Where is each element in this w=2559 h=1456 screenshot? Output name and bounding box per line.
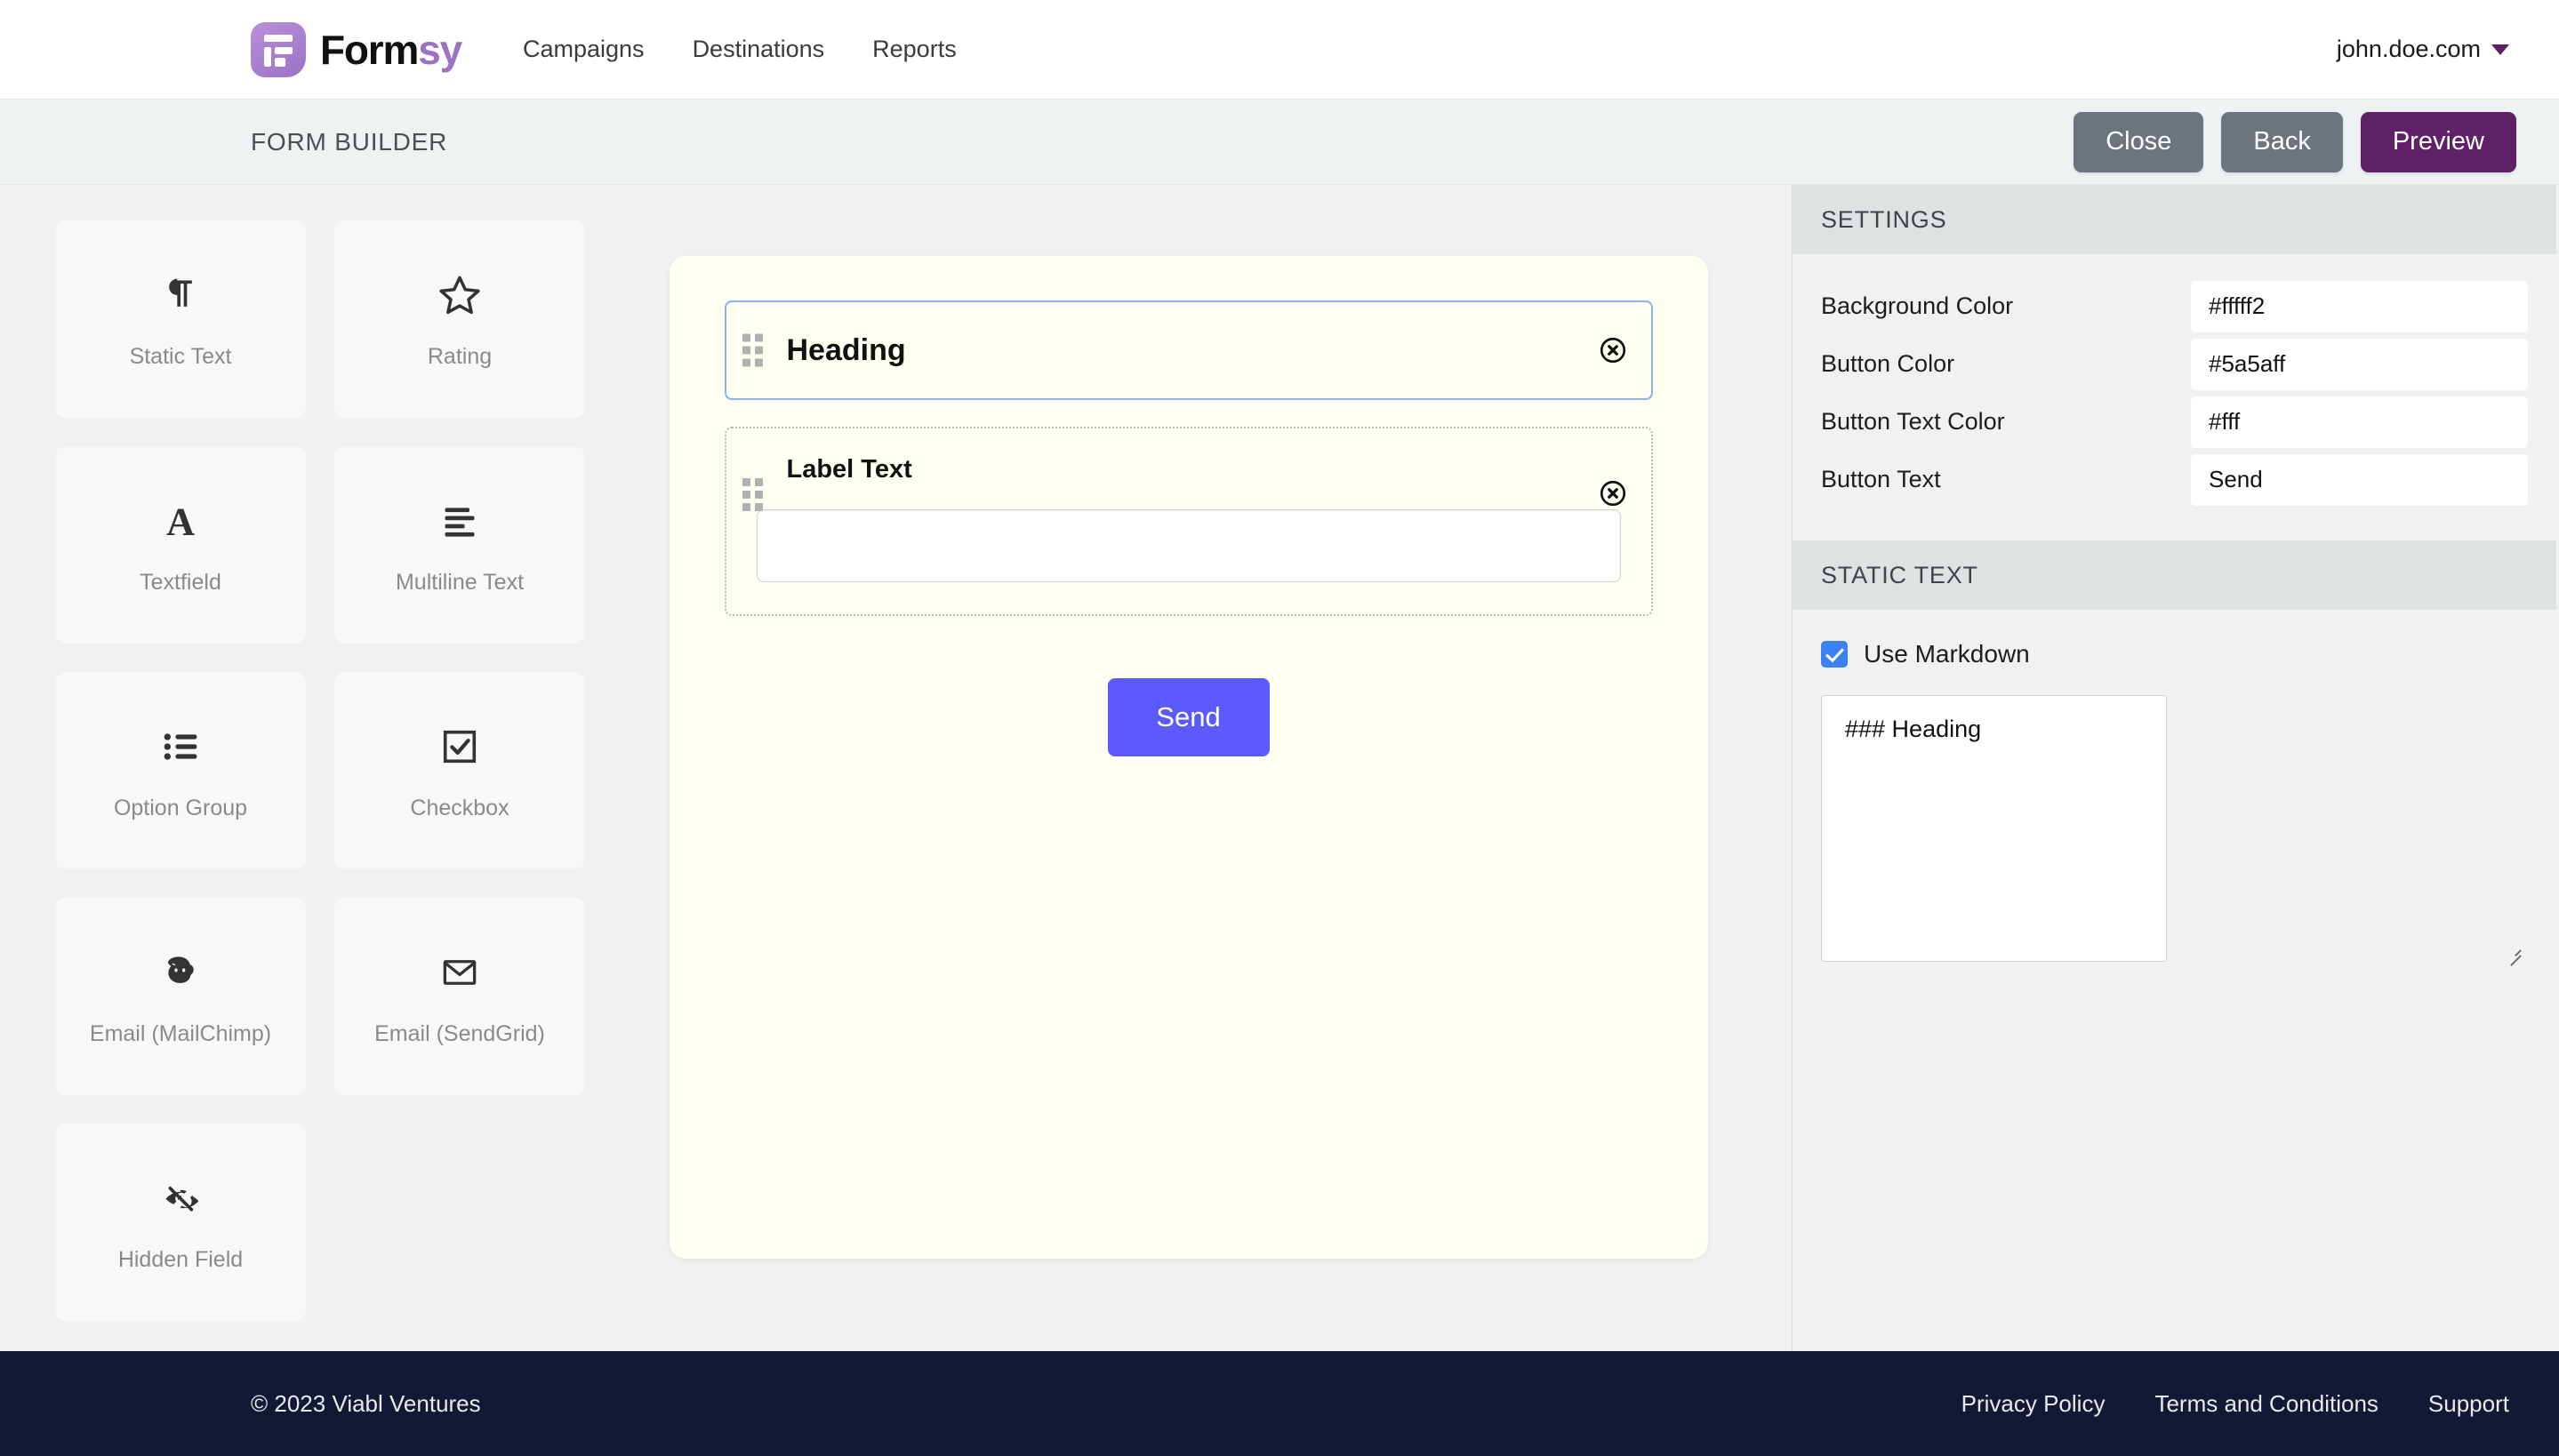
send-button-row: Send [725,678,1653,756]
form-block-heading[interactable]: Heading [724,300,1653,400]
palette-item-email-mailchimp[interactable]: Email (MailChimp) [55,898,306,1095]
page-footer: © 2023 Viabl Ventures Privacy Policy Ter… [0,1351,2559,1456]
button-text-input[interactable] [2191,453,2528,506]
palette-item-hidden-field[interactable]: Hidden Field [55,1124,306,1321]
palette-item-label: Textfield [140,570,221,595]
settings-fields: Background Color Button Color Button Tex… [1793,254,2556,508]
resize-handle-icon[interactable] [2505,942,2522,966]
component-palette: Static Text Rating A Textfield Multiline… [0,185,1792,1351]
svg-text:A: A [166,500,195,543]
palette-item-label: Hidden Field [117,1247,244,1272]
palette-item-label: Email (MailChimp) [89,1021,272,1046]
send-button[interactable]: Send [1107,678,1270,756]
palette-item-textfield[interactable]: A Textfield [55,446,306,644]
use-markdown-row: Use Markdown [1793,610,2556,668]
palette-item-rating[interactable]: Rating [334,220,585,418]
brand-name-primary: Form [320,26,419,73]
heading-block-text: Heading [786,332,906,367]
markdown-textarea[interactable]: ### Heading [1821,695,2167,962]
setting-label: Button Text [1821,466,1941,492]
close-button[interactable]: Close [2074,111,2204,172]
footer-link-terms[interactable]: Terms and Conditions [2130,1390,2403,1418]
settings-section-header: SETTINGS [1793,185,2556,254]
form-canvas-area: Heading Label Text Send [585,220,1792,1351]
setting-row-button-text-color: Button Text Color [1821,393,2528,451]
nav-item-reports[interactable]: Reports [848,36,981,63]
main-content: Static Text Rating A Textfield Multiline… [0,185,2559,1351]
use-markdown-checkbox[interactable] [1821,641,1848,668]
setting-row-background-color: Background Color [1821,277,2528,335]
setting-label: Background Color [1821,292,2014,319]
checkbox-icon [439,720,480,773]
settings-panel: SETTINGS Background Color Button Color B… [1792,185,2556,1351]
drag-handle-icon[interactable] [742,478,763,511]
form-preview-card: Heading Label Text Send [669,256,1708,1259]
footer-links: Privacy Policy Terms and Conditions Supp… [1937,1390,2509,1418]
back-button[interactable]: Back [2221,111,2343,172]
pilcrow-icon [161,268,200,322]
toolbar-actions: Close Back Preview [2074,111,2516,172]
brand-name-accent: sy [418,26,462,73]
letter-a-icon: A [160,494,201,548]
palette-item-label: Option Group [113,796,248,820]
palette-item-label: Static Text [129,344,232,369]
palette-item-email-sendgrid[interactable]: Email (SendGrid) [334,898,585,1095]
palette-item-label: Email (SendGrid) [374,1021,545,1046]
footer-link-support[interactable]: Support [2403,1390,2509,1418]
footer-link-privacy-policy[interactable]: Privacy Policy [1937,1390,2130,1418]
drag-handle-icon[interactable] [742,333,763,367]
setting-label: Button Text Color [1821,408,2005,435]
static-text-section-header: STATIC TEXT [1793,540,2556,610]
button-color-input[interactable] [2191,338,2528,390]
field-label-text: Label Text [786,455,912,484]
palette-item-label: Rating [427,344,493,369]
remove-block-icon[interactable] [1598,478,1628,508]
palette-item-multiline-text[interactable]: Multiline Text [334,446,585,644]
use-markdown-label: Use Markdown [1864,640,2030,668]
eye-off-icon [158,1172,203,1225]
page-title: FORM BUILDER [251,127,448,156]
copyright-text: © 2023 Viabl Ventures [251,1389,481,1417]
bullet-list-icon [159,720,202,773]
setting-row-button-text: Button Text [1821,451,2528,508]
remove-block-icon[interactable] [1598,335,1628,365]
envelope-icon [438,946,481,999]
palette-item-label: Checkbox [410,796,509,820]
setting-row-button-color: Button Color [1821,335,2528,393]
main-nav-links: Campaigns Destinations Reports [499,36,981,63]
palette-item-option-group[interactable]: Option Group [55,672,306,869]
nav-item-campaigns[interactable]: Campaigns [499,36,669,63]
nav-item-destinations[interactable]: Destinations [669,36,849,63]
text-lines-icon [438,494,481,548]
palette-item-label: Multiline Text [395,570,525,595]
setting-label: Button Color [1821,350,1955,377]
form-text-input[interactable] [756,509,1621,582]
mailchimp-monkey-icon [159,946,202,999]
form-block-textfield[interactable]: Label Text [724,427,1653,616]
account-menu[interactable]: john.doe.com [2337,36,2509,63]
formsy-logo-icon [251,21,306,77]
palette-grid: Static Text Rating A Textfield Multiline… [55,220,585,1351]
chevron-down-icon [2491,44,2509,55]
preview-button[interactable]: Preview [2360,111,2516,172]
brand-wordmark: Formsy [320,26,462,74]
palette-item-static-text[interactable]: Static Text [55,220,306,418]
palette-item-checkbox[interactable]: Checkbox [334,672,585,869]
page-toolbar: FORM BUILDER Close Back Preview [0,100,2559,185]
brand-logo[interactable]: Formsy [251,21,462,77]
account-name-label: john.doe.com [2336,36,2481,62]
markdown-editor-wrap: ### Heading [1793,668,2556,966]
top-navigation-bar: Formsy Campaigns Destinations Reports jo… [0,0,2559,100]
background-color-input[interactable] [2191,280,2528,332]
button-text-color-input[interactable] [2191,396,2528,448]
star-icon [437,268,482,322]
